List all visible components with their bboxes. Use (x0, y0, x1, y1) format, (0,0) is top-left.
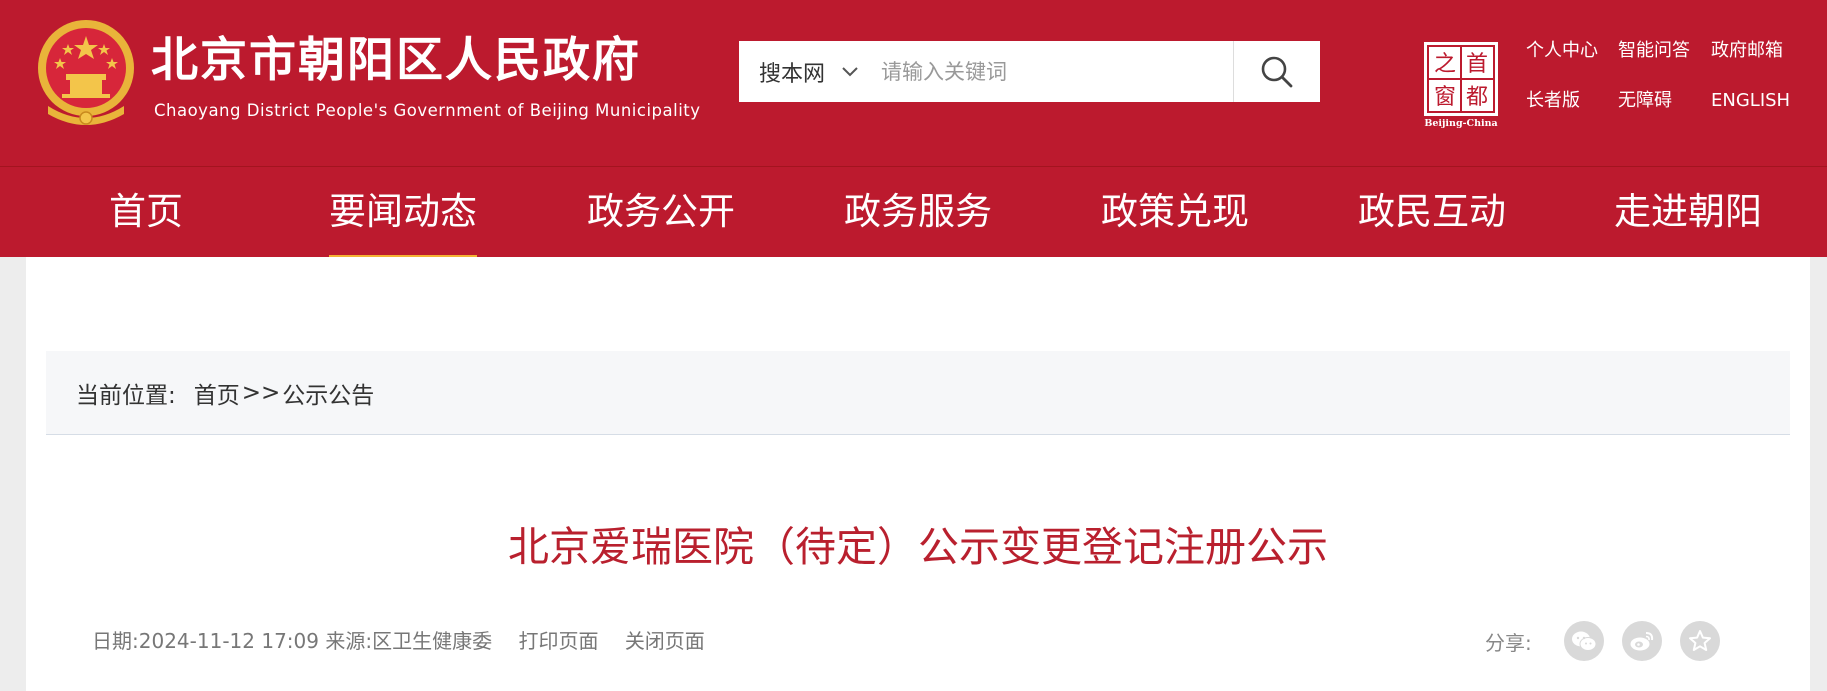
breadcrumb: 当前位置: 首页 >> 公示公告 (46, 351, 1790, 435)
wechat-icon (1571, 631, 1597, 651)
english-link[interactable]: ENGLISH (1711, 88, 1790, 114)
search-scope-label: 搜本网 (758, 61, 825, 87)
site-header: 北京市朝阳区人民政府 Chaoyang District People's Go… (0, 0, 1827, 166)
nav-item-policy[interactable]: 政策兑现 (1101, 167, 1249, 257)
site-title: 北京市朝阳区人民政府 (151, 33, 641, 88)
smart-qa-link[interactable]: 智能问答 (1618, 38, 1711, 64)
share-label: 分享: (1485, 630, 1532, 655)
nav-item-news[interactable]: 要闻动态 (329, 167, 477, 258)
content-panel: 当前位置: 首页 >> 公示公告 北京爱瑞医院（待定）公示变更登记注册公示 日期… (26, 257, 1810, 691)
source-label: 来源: (325, 629, 373, 653)
logo-char: 之 (1434, 52, 1456, 77)
article-title: 北京爱瑞医院（待定）公示变更登记注册公示 (508, 523, 1328, 571)
article-meta: 日期:2024-11-12 17:09 来源:区卫生健康委 打印页面 关闭页面 (92, 627, 705, 655)
weibo-share-button[interactable] (1621, 621, 1662, 661)
elderly-version-link[interactable]: 长者版 (1526, 88, 1618, 114)
nav-item-interaction[interactable]: 政民互动 (1358, 167, 1506, 257)
search-input[interactable] (879, 42, 1221, 101)
breadcrumb-current-link[interactable]: 公示公告 (282, 376, 374, 410)
search-box: 搜本网 (739, 41, 1320, 102)
nav-item-gov-services[interactable]: 政务服务 (844, 167, 992, 257)
accessibility-link[interactable]: 无障碍 (1618, 88, 1711, 114)
publish-date: 2024-11-12 17:09 (138, 629, 319, 653)
close-page-link[interactable]: 关闭页面 (625, 629, 705, 653)
article-source: 区卫生健康委 (372, 629, 493, 653)
nav-item-about-chaoyang[interactable]: 走进朝阳 (1614, 167, 1762, 257)
breadcrumb-separator: >> (241, 379, 281, 406)
star-icon (1688, 630, 1711, 651)
print-page-link[interactable]: 打印页面 (518, 629, 598, 653)
nav-item-home[interactable]: 首页 (96, 167, 196, 257)
logo-char: 窗 (1434, 85, 1456, 110)
site-title-english: Chaoyang District People's Government of… (154, 101, 701, 120)
date-label: 日期: (92, 629, 139, 653)
weibo-icon (1630, 632, 1653, 651)
search-scope-dropdown[interactable]: 搜本网 (739, 41, 879, 102)
search-icon (1261, 56, 1293, 87)
national-emblem-icon (38, 20, 134, 125)
logo-char: 都 (1466, 85, 1488, 110)
favorite-share-button[interactable] (1679, 621, 1720, 661)
nav-item-gov-affairs[interactable]: 政务公开 (587, 167, 735, 257)
capital-window-logo[interactable]: 首 都 之 窗 Beijing-China (1420, 40, 1502, 128)
logo-caption: Beijing-China (1424, 118, 1497, 128)
government-mailbox-link[interactable]: 政府邮箱 (1711, 38, 1783, 64)
top-links: 个人中心 智能问答 政府邮箱 长者版 无障碍 ENGLISH (1526, 38, 1816, 138)
logo-char: 首 (1466, 52, 1488, 77)
main-nav: 首页 要闻动态 政务公开 政务服务 政策兑现 政民互动 走进朝阳 (0, 166, 1827, 258)
breadcrumb-label: 当前位置: (76, 382, 176, 409)
wechat-share-button[interactable] (1563, 621, 1604, 661)
personal-center-link[interactable]: 个人中心 (1526, 38, 1618, 64)
search-button[interactable] (1233, 41, 1320, 102)
share-bar: 分享: (1485, 621, 1720, 661)
breadcrumb-home-link[interactable]: 首页 (194, 376, 240, 410)
chevron-down-icon (842, 66, 858, 76)
